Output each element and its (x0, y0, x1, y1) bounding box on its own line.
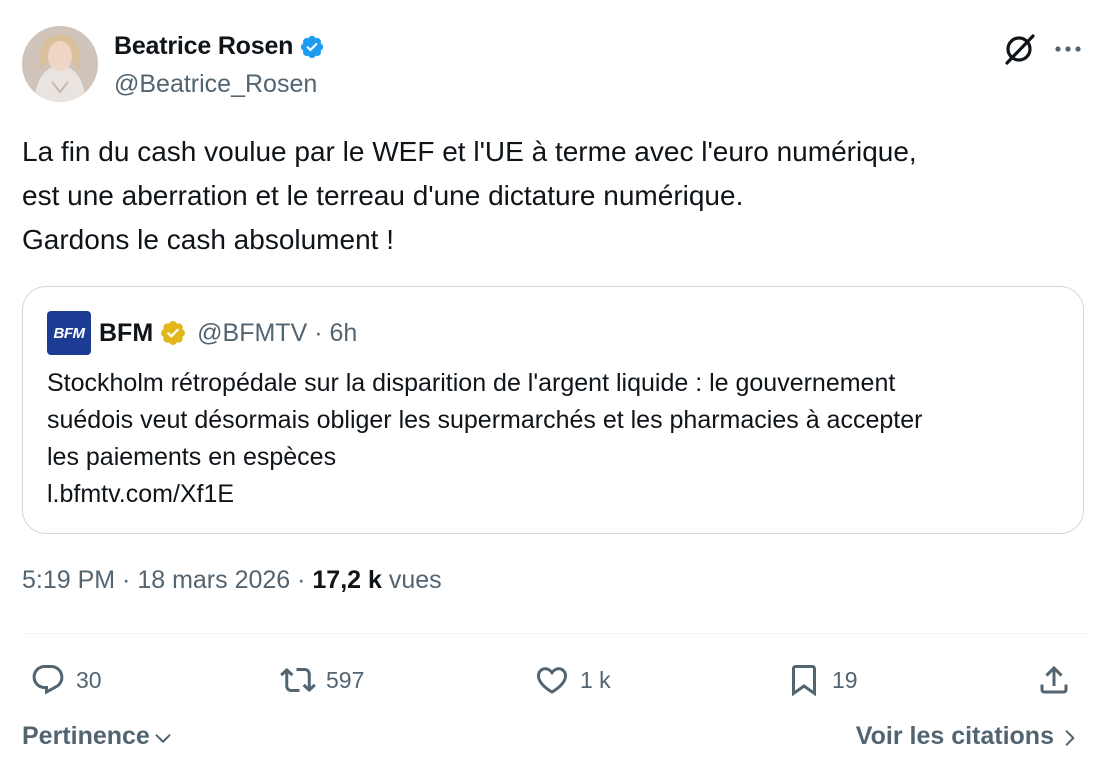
views-count: 17,2 k (312, 566, 382, 594)
quoted-author-handle-time[interactable]: @BFMTV · 6h (197, 319, 357, 348)
avatar[interactable] (22, 26, 98, 102)
chevron-down-icon (155, 733, 171, 743)
tweet-meta: 5:19 PM · 18 mars 2026 · 17,2 k vues (22, 566, 442, 595)
quoted-link[interactable]: l.bfmtv.com/Xf1E (47, 476, 1067, 513)
tweet-text-line: est une aberration et le terreau d'une d… (22, 180, 744, 211)
tweet-text-line: Gardons le cash absolument ! (22, 224, 394, 255)
reply-count: 30 (76, 666, 102, 693)
verified-org-badge-icon (161, 321, 186, 345)
author-handle[interactable]: @Beatrice_Rosen (114, 70, 317, 99)
view-quotes-link[interactable]: Voir les citations (856, 722, 1080, 751)
grok-icon[interactable] (1000, 30, 1038, 68)
chevron-right-icon (1065, 729, 1075, 746)
view-quotes-label: Voir les citations (855, 722, 1054, 750)
bookmark-button[interactable]: 19 (786, 660, 858, 700)
quoted-text-line: Stockholm rétropédale sur la disparition… (47, 369, 896, 397)
reply-button[interactable]: 30 (30, 660, 102, 700)
heart-icon (536, 667, 568, 694)
repost-count: 597 (326, 666, 365, 693)
author-name[interactable]: Beatrice Rosen (114, 32, 293, 61)
like-button[interactable]: 1 k (534, 660, 611, 700)
timestamp[interactable]: 5:19 PM · 18 mars 2026 · (22, 566, 312, 594)
tweet-text: La fin du cash voulue par le WEF et l'UE… (22, 130, 1082, 262)
author-name-row: Beatrice Rosen (114, 32, 325, 61)
sort-label: Pertinence (22, 722, 150, 750)
verified-badge-icon (301, 35, 324, 58)
share-icon (1040, 665, 1068, 694)
bookmark-icon (792, 665, 816, 697)
action-bar: 30 597 1 k 19 (22, 650, 1086, 710)
divider (22, 633, 1086, 634)
tweet-text-line: La fin du cash voulue par le WEF et l'UE… (22, 136, 917, 167)
quoted-tweet-header: BFM BFM @BFMTV · 6h (47, 311, 357, 355)
quoted-tweet-text: Stockholm rétropédale sur la disparition… (47, 365, 1067, 513)
sort-replies-button[interactable]: Pertinence (22, 722, 174, 751)
quoted-text-line: suédois veut désormais obliger les super… (47, 406, 923, 434)
bookmark-count: 19 (832, 666, 858, 693)
quoted-author-name[interactable]: BFM (99, 319, 153, 348)
more-icon[interactable] (1050, 30, 1086, 68)
replies-toolbar: Pertinence Voir les citations (22, 722, 1086, 758)
quoted-text-line: les paiements en espèces (47, 443, 337, 471)
tweet-header: Beatrice Rosen @Beatrice_Rosen (22, 26, 1086, 106)
avatar-image (22, 26, 98, 102)
quoted-tweet-card[interactable]: BFM BFM @BFMTV · 6h Stockholm rétropédal… (22, 286, 1084, 534)
repost-button[interactable]: 597 (280, 660, 364, 700)
views-label: vues (381, 566, 442, 594)
repost-icon (280, 667, 316, 693)
share-button[interactable] (1036, 660, 1072, 700)
bfm-logo[interactable]: BFM (47, 311, 91, 355)
reply-icon (32, 665, 64, 695)
like-count: 1 k (580, 666, 611, 693)
